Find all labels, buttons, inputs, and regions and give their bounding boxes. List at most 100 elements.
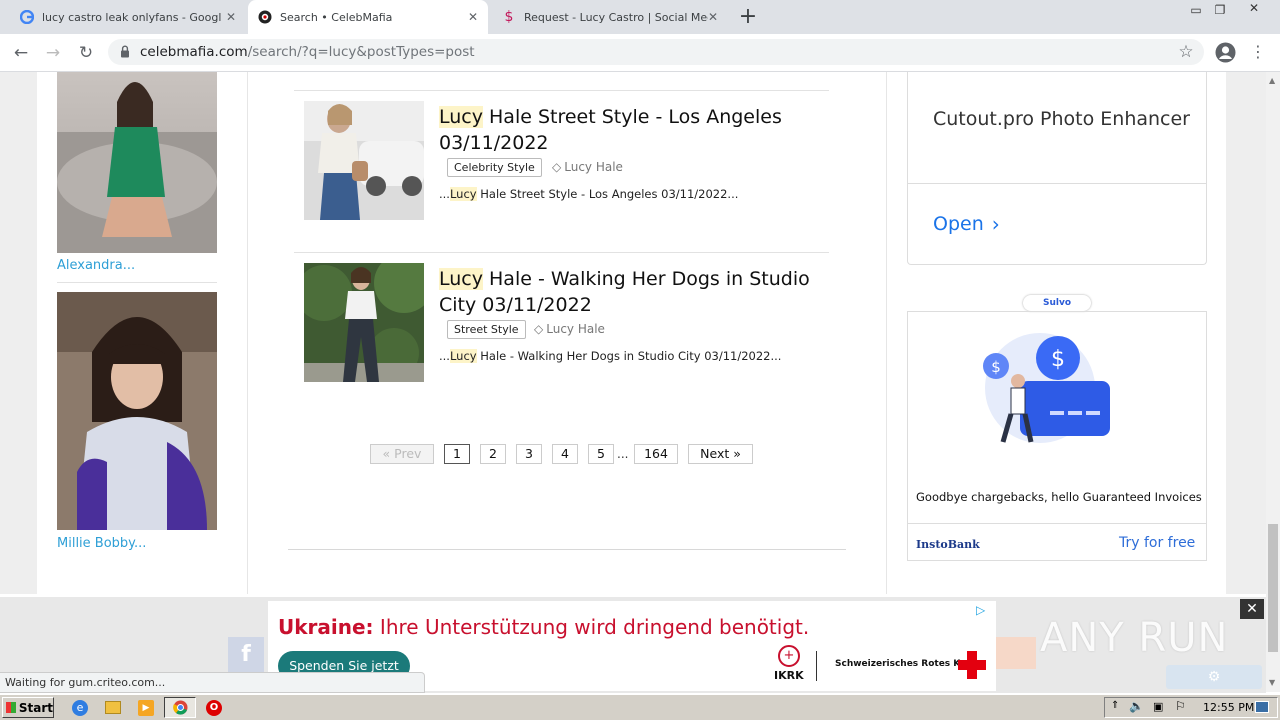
divider [294, 252, 829, 253]
page-3-button[interactable]: 3 [516, 444, 542, 464]
sidebar-thumbnail[interactable] [57, 292, 217, 530]
status-bar: Waiting for gum.criteo.com... [0, 672, 425, 693]
instobank-logo: InstoBank [916, 538, 980, 551]
last-page-button[interactable]: 164 [634, 444, 678, 464]
sticky-bottom-ad-bar: f Ukraine: Ihre Unterstützung wird dring… [0, 597, 1266, 693]
url-domain: celebmafia.com [140, 44, 248, 60]
s-logo-icon: $ [504, 9, 514, 25]
post-thumbnail[interactable] [304, 101, 424, 220]
person-tag[interactable]: ◇ Lucy Hale [552, 160, 623, 174]
menu-kebab-icon[interactable]: ⋮ [1250, 42, 1266, 62]
anyrun-watermark: ANY RUN [1040, 615, 1229, 661]
gear-icon[interactable]: ⚙ [1166, 665, 1262, 689]
ad-open-label: Open [933, 213, 984, 235]
pagination-ellipsis: ... [617, 447, 629, 461]
next-page-button[interactable]: Next » [688, 444, 753, 464]
category-tag[interactable]: Celebrity Style [447, 158, 542, 177]
post-title-text: Hale - Walking Her Dogs in Studio City 0… [439, 268, 810, 316]
ad-cutout-pro[interactable]: Cutout.pro Photo Enhancer Open › [907, 72, 1207, 265]
network-icon[interactable]: ▣ [1153, 700, 1163, 713]
svg-text:$: $ [1051, 347, 1065, 372]
reload-icon[interactable]: ↻ [75, 42, 97, 64]
internet-explorer-icon[interactable]: e [72, 700, 88, 716]
search-highlight: Lucy [449, 349, 477, 363]
chrome-taskbar-button[interactable] [164, 697, 196, 718]
close-tab-icon[interactable]: ✕ [468, 10, 478, 24]
show-desktop-icon[interactable] [1255, 701, 1269, 713]
sidebar-item-caption[interactable]: Alexandra... [57, 258, 135, 273]
tab-google-search[interactable]: lucy castro leak onlyfans - Google Se ✕ [10, 0, 246, 34]
tag-icon: ◇ [534, 322, 544, 336]
red-cross-icon [956, 649, 988, 681]
minimize-window-button[interactable]: ▭ [1186, 3, 1206, 17]
sidebar-thumbnail[interactable] [57, 72, 217, 253]
prev-page-button[interactable]: « Prev [370, 444, 434, 464]
post-title-text: Hale Street Style - Los Angeles 03/11/20… [439, 106, 782, 154]
tab-title: Request - Lucy Castro | Social Media [524, 10, 708, 24]
person-tag[interactable]: ◇ Lucy Hale [534, 322, 605, 336]
sulvo-badge[interactable]: Sulvo [1023, 295, 1091, 311]
start-button[interactable]: Start [2, 697, 54, 718]
scroll-down-arrow-icon[interactable]: ▼ [1269, 678, 1275, 687]
tab-title: lucy castro leak onlyfans - Google Se [42, 10, 222, 24]
scrollbar-thumb[interactable] [1268, 524, 1278, 652]
page-scrollbar[interactable]: ▲ ▼ [1266, 72, 1280, 692]
chevron-right-icon: › [991, 212, 1000, 236]
adchoices-icon[interactable]: ▷ [976, 603, 985, 617]
profile-avatar-icon[interactable] [1215, 42, 1236, 63]
media-player-icon[interactable]: ▶ [138, 700, 154, 716]
scroll-up-arrow-icon[interactable]: ▲ [1269, 76, 1275, 85]
ad-tagline: Goodbye chargebacks, hello Guaranteed In… [916, 490, 1202, 504]
flag-icon[interactable]: ⚐ [1175, 699, 1186, 713]
opera-icon[interactable]: O [206, 700, 222, 716]
svg-text:$: $ [991, 358, 1001, 376]
forward-arrow-icon[interactable]: → [42, 42, 64, 64]
post-title[interactable]: Lucy Hale Street Style - Los Angeles 03/… [439, 104, 819, 156]
tab-celebmafia-search[interactable]: Search • CelebMafia ✕ [248, 0, 488, 34]
tag-icon: ◇ [552, 160, 562, 174]
volume-icon[interactable]: 🔈 [1129, 699, 1144, 713]
divider [57, 282, 217, 283]
google-icon [19, 9, 35, 25]
divider [288, 549, 846, 550]
search-highlight: Lucy [449, 187, 477, 201]
person-tag-label: Lucy Hale [546, 322, 605, 336]
new-tab-button[interactable]: + [736, 4, 760, 30]
try-for-free-link[interactable]: Try for free [1119, 535, 1195, 551]
invoice-illustration-icon: $ $ [980, 326, 1120, 456]
tab-request-lucy-castro[interactable]: $ Request - Lucy Castro | Social Media ✕ [492, 0, 728, 34]
divider [908, 183, 1206, 184]
back-arrow-icon[interactable]: ← [10, 42, 32, 64]
maximize-window-button[interactable]: ❐ [1210, 3, 1230, 17]
excerpt-prefix: ... [439, 187, 450, 201]
ad-instobank[interactable]: $ $ Goodbye chargebacks, hello Guarantee… [907, 311, 1207, 561]
share-button[interactable] [996, 637, 1036, 669]
folder-icon[interactable] [105, 701, 121, 714]
close-tab-icon[interactable]: ✕ [226, 10, 236, 24]
sidebar-item-caption[interactable]: Millie Bobby... [57, 536, 146, 551]
excerpt-text: Hale - Walking Her Dogs in Studio City 0… [476, 349, 782, 363]
post-title[interactable]: Lucy Hale - Walking Her Dogs in Studio C… [439, 266, 819, 318]
close-ad-button[interactable]: ✕ [1240, 599, 1264, 619]
page-viewport: Alexandra... Millie Bobby... Lucy Hale S… [0, 72, 1266, 594]
divider [816, 651, 817, 681]
category-tag[interactable]: Street Style [447, 320, 526, 339]
page-1-button[interactable]: 1 [444, 444, 470, 464]
page-4-button[interactable]: 4 [552, 444, 578, 464]
post-thumbnail[interactable] [304, 263, 424, 382]
windows-taskbar: Start e ▶ O ⇑ 🔈 ▣ ⚐ 12:55 PM [0, 694, 1280, 720]
ad-open-button[interactable]: Open › [933, 212, 1000, 236]
address-bar[interactable]: celebmafia.com/search/?q=lucy&postTypes=… [108, 39, 1204, 65]
close-tab-icon[interactable]: ✕ [708, 10, 718, 24]
page-5-button[interactable]: 5 [588, 444, 614, 464]
divider [294, 90, 829, 91]
facebook-icon[interactable]: f [228, 637, 264, 673]
search-highlight: Lucy [439, 268, 483, 290]
tray-arrow-icon[interactable]: ⇑ [1111, 700, 1119, 711]
close-window-button[interactable]: ✕ [1236, 1, 1272, 17]
ad-headline-bold: Ukraine: [278, 615, 374, 639]
celebmafia-icon [258, 10, 272, 24]
page-2-button[interactable]: 2 [480, 444, 506, 464]
ad-headline: Ukraine: Ihre Unterstützung wird dringen… [278, 615, 809, 639]
bookmark-star-icon[interactable]: ☆ [1176, 42, 1196, 62]
